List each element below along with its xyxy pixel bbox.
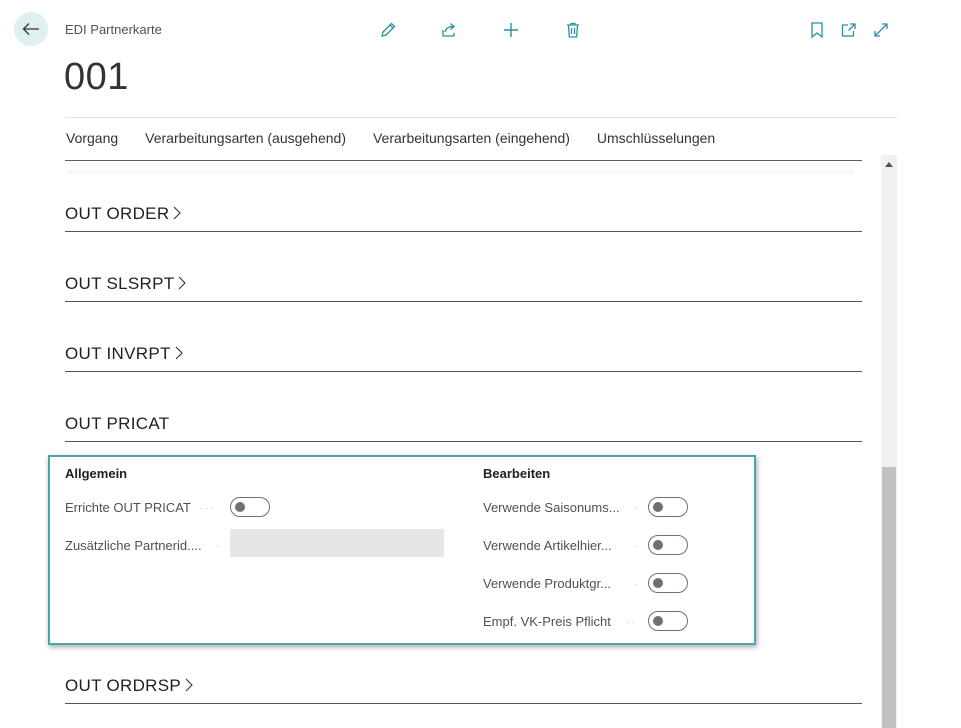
toggle-errichte-out-pricat[interactable] [230, 497, 270, 517]
chevron-right-icon [175, 346, 183, 360]
edit-pencil-icon [381, 22, 396, 37]
section-title: OUT ORDER [65, 204, 170, 223]
section-out-invrpt[interactable]: OUT INVRPT [65, 344, 862, 372]
breadcrumb: EDI Partnerkarte [65, 22, 162, 37]
open-new-window-button[interactable] [838, 19, 860, 41]
field-label-verwende-artikelhier: Verwende Artikelhier... [483, 538, 612, 553]
toggle-knob [653, 578, 663, 588]
field-dots: ·· [626, 617, 637, 628]
chevron-right-icon [174, 206, 182, 220]
field-label-zusaetzliche-partnerid: Zusätzliche Partnerid.... [65, 538, 202, 553]
field-dots: ··· [200, 503, 216, 514]
content-divider [65, 160, 862, 161]
delete-button[interactable] [562, 19, 584, 41]
header-divider [65, 117, 897, 118]
toggle-empf-vk-preis-pflicht[interactable] [648, 611, 688, 631]
input-zusaetzliche-partnerid[interactable] [230, 529, 444, 557]
toggle-verwende-saisonums[interactable] [648, 497, 688, 517]
pricat-fields-panel: Allgemein Errichte OUT PRICAT ··· Zusätz… [48, 455, 756, 645]
toggle-knob [235, 502, 245, 512]
bookmark-button[interactable] [806, 19, 828, 41]
tab-umschluesselungen[interactable]: Umschlüsselungen [597, 130, 715, 146]
tab-verarbeitungsarten-eingehend[interactable]: Verarbeitungsarten (eingehend) [373, 130, 570, 146]
field-label-empf-vk-preis-pflicht: Empf. VK-Preis Pflicht [483, 614, 611, 629]
toggle-knob [653, 616, 663, 626]
toggle-verwende-artikelhier[interactable] [648, 535, 688, 555]
share-button[interactable] [438, 19, 460, 41]
back-button[interactable] [14, 12, 48, 46]
toggle-verwende-produktgr[interactable] [648, 573, 688, 593]
share-icon [442, 23, 455, 37]
section-title: OUT PRICAT [65, 414, 170, 433]
tab-verarbeitungsarten-ausgehend[interactable]: Verarbeitungsarten (ausgehend) [145, 130, 346, 146]
field-label-verwende-produktgr: Verwende Produktgr... [483, 576, 611, 591]
expand-button[interactable] [870, 19, 892, 41]
arrow-left-icon [22, 23, 39, 35]
add-plus-icon [504, 23, 518, 37]
field-dots: · [634, 541, 640, 552]
section-title: OUT ORDRSP [65, 676, 182, 695]
chevron-right-icon [185, 678, 193, 692]
vertical-scrollbar[interactable] [881, 155, 897, 728]
page-title: 001 [64, 56, 129, 98]
tab-vorgang[interactable]: Vorgang [66, 130, 118, 146]
group-title-bearbeiten: Bearbeiten [483, 466, 551, 481]
scroll-up-arrow-icon[interactable] [885, 162, 893, 167]
expand-icon [874, 23, 888, 37]
delete-trash-icon [567, 22, 579, 38]
field-dots: · [634, 503, 640, 514]
bookmark-icon [811, 22, 823, 39]
open-new-window-icon [841, 23, 856, 37]
chevron-right-icon [179, 276, 187, 290]
section-title: OUT INVRPT [65, 344, 171, 363]
new-button[interactable] [500, 19, 522, 41]
section-out-order[interactable]: OUT ORDER [65, 204, 862, 232]
scroll-thumb[interactable] [882, 467, 896, 728]
group-title-allgemein: Allgemein [65, 466, 128, 481]
field-label-verwende-saisonums: Verwende Saisonums... [483, 500, 620, 515]
section-title: OUT SLSRPT [65, 274, 175, 293]
action-bar: Vorgang Verarbeitungsarten (ausgehend) V… [66, 130, 742, 146]
field-label-errichte-out-pricat: Errichte OUT PRICAT [65, 500, 191, 515]
toggle-knob [653, 540, 663, 550]
toggle-knob [653, 502, 663, 512]
field-dots: · [216, 541, 222, 552]
section-out-ordrsp[interactable]: OUT ORDRSP [65, 676, 862, 704]
section-out-slsrpt[interactable]: OUT SLSRPT [65, 274, 862, 302]
content-shadow [65, 170, 855, 176]
section-out-pricat[interactable]: OUT PRICAT [65, 414, 862, 442]
edit-button[interactable] [377, 19, 399, 41]
field-dots: · [634, 579, 640, 590]
